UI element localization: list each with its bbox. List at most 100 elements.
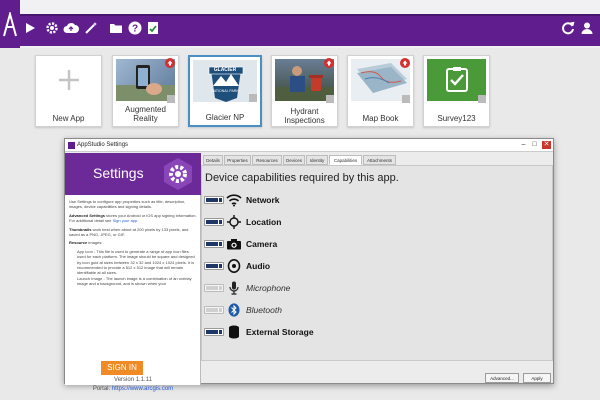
settings-tabs: Details Properties Resources Devices Ide…	[203, 155, 553, 165]
version-text: Version 1.1.11	[114, 377, 152, 383]
sign-your-app-link[interactable]: Sign your app	[113, 218, 138, 223]
app-gallery: New App Augmented Reality GLACIER NATION…	[35, 55, 565, 130]
tile-menu-icon[interactable]	[326, 95, 334, 103]
capability-location: Location	[204, 214, 544, 232]
portal-url-link[interactable]: https://www.arcgis.com	[112, 386, 173, 392]
tile-augmented-reality[interactable]: Augmented Reality	[112, 55, 179, 127]
capability-bluetooth: Bluetooth	[204, 302, 544, 320]
tile-hydrant-inspections[interactable]: Hydrant Inspections	[271, 55, 338, 127]
tile-name: New App	[52, 114, 85, 123]
tab-resources[interactable]: Resources	[252, 155, 282, 165]
tab-identity[interactable]: Identity	[306, 155, 328, 165]
capabilities-heading: Device capabilities required by this app…	[205, 172, 399, 184]
refresh-icon[interactable]	[560, 20, 576, 36]
help-advanced-heading: Advanced Settings	[69, 212, 106, 218]
maximize-button[interactable]: □	[530, 141, 539, 149]
bluetooth-icon	[226, 302, 242, 318]
crosshair-icon	[226, 214, 242, 230]
tile-new-app[interactable]: New App	[35, 55, 102, 127]
tile-menu-icon[interactable]	[249, 94, 257, 102]
tile-name: Glacier NP	[205, 113, 245, 122]
advanced-button[interactable]: Advanced...	[485, 373, 519, 383]
tile-menu-icon[interactable]	[478, 95, 486, 103]
camera-icon	[226, 236, 242, 252]
tab-capabilities[interactable]: Capabilities	[329, 155, 362, 165]
tab-properties[interactable]: Properties	[224, 155, 251, 165]
certificate-icon[interactable]	[145, 20, 161, 36]
audio-toggle[interactable]	[204, 262, 224, 270]
appstudio-logo[interactable]	[0, 0, 20, 48]
wand-icon[interactable]	[83, 20, 99, 36]
tile-name: Hydrant Inspections	[284, 107, 325, 125]
settings-help-panel: Settings Use Settings to configure app p…	[65, 153, 201, 392]
capability-network: Network	[204, 192, 544, 210]
survey123-logo-icon	[445, 67, 468, 92]
tile-thumbnail	[39, 59, 98, 101]
help-thumbnails-heading: Thumbnails	[69, 226, 92, 232]
capability-audio: Audio	[204, 258, 544, 276]
camera-toggle[interactable]	[204, 240, 224, 248]
help-resource-text: images:	[87, 240, 103, 246]
capability-label: Location	[246, 217, 282, 227]
capability-label: Network	[246, 195, 280, 205]
tile-map-book[interactable]: Map Book	[347, 55, 414, 127]
capability-external-storage: External Storage	[204, 324, 544, 342]
portal-text: Portal: https://www.arcgis.com	[65, 386, 201, 392]
close-button[interactable]: ✕	[542, 141, 551, 149]
help-icon[interactable]: ?	[127, 20, 143, 36]
microphone-toggle[interactable]	[204, 284, 224, 292]
network-toggle[interactable]	[204, 196, 224, 204]
apply-button[interactable]: Apply	[523, 373, 551, 383]
settings-help-text: Use Settings to configure app properties…	[69, 199, 197, 349]
location-toggle[interactable]	[204, 218, 224, 226]
capabilities-panel: Device capabilities required by this app…	[201, 165, 553, 361]
capability-label: External Storage	[246, 327, 314, 337]
sign-in-button[interactable]: SIGN IN	[101, 361, 143, 375]
database-icon	[226, 324, 242, 340]
glacier-logo-title: GLACIER	[213, 67, 237, 73]
plus-icon	[58, 70, 79, 90]
minimize-button[interactable]: –	[519, 141, 528, 149]
tab-devices[interactable]: Devices	[283, 155, 305, 165]
help-intro: Use Settings to configure app properties…	[69, 199, 186, 210]
tile-name: Map Book	[362, 114, 399, 123]
user-icon[interactable]	[579, 20, 595, 36]
speaker-icon	[226, 258, 242, 274]
svg-text:?: ?	[132, 24, 138, 35]
tile-glacier-np[interactable]: GLACIER NATIONAL PARK Glacier NP	[188, 55, 262, 127]
settings-gear-icon	[161, 157, 195, 196]
update-badge-icon	[400, 58, 410, 68]
folder-icon[interactable]	[108, 20, 124, 36]
capability-microphone: Microphone	[204, 280, 544, 298]
microphone-icon	[226, 280, 242, 296]
tile-menu-icon[interactable]	[402, 95, 410, 103]
help-bullet-launch-image: Launch Image - The launch image is a com…	[77, 276, 197, 287]
settings-dialog: AppStudio Settings – □ ✕ Settings Use Se…	[64, 138, 554, 392]
help-bullet-app-icon: App Icon - This file is used to generate…	[77, 249, 197, 276]
capability-label: Microphone	[246, 283, 291, 293]
tile-thumbnail: GLACIER NATIONAL PARK	[193, 60, 257, 102]
tile-survey123[interactable]: Survey123	[423, 55, 490, 127]
tile-menu-icon[interactable]	[167, 95, 175, 103]
top-toolbar: ?	[0, 0, 600, 48]
external-storage-toggle[interactable]	[204, 328, 224, 336]
settings-title: Settings	[93, 165, 144, 181]
capability-label: Bluetooth	[246, 305, 282, 315]
tile-name: Augmented Reality	[125, 105, 166, 123]
tab-details[interactable]: Details	[203, 155, 223, 165]
bluetooth-toggle[interactable]	[204, 306, 224, 314]
tile-name: Survey123	[437, 114, 476, 123]
cloud-upload-icon[interactable]	[63, 20, 79, 36]
update-badge-icon	[165, 58, 175, 68]
settings-header: Settings	[65, 153, 201, 195]
capability-label: Audio	[246, 261, 271, 271]
glacier-logo-subtitle: NATIONAL PARK	[211, 89, 239, 93]
portal-label: Portal:	[92, 386, 112, 392]
play-icon[interactable]	[22, 20, 38, 36]
dialog-titlebar: AppStudio Settings – □ ✕	[65, 139, 553, 152]
dialog-title: AppStudio Settings	[77, 142, 129, 148]
gear-icon[interactable]	[44, 20, 60, 36]
tab-attachments[interactable]: Attachments	[363, 155, 396, 165]
wifi-icon	[226, 192, 242, 208]
capability-camera: Camera	[204, 236, 544, 254]
